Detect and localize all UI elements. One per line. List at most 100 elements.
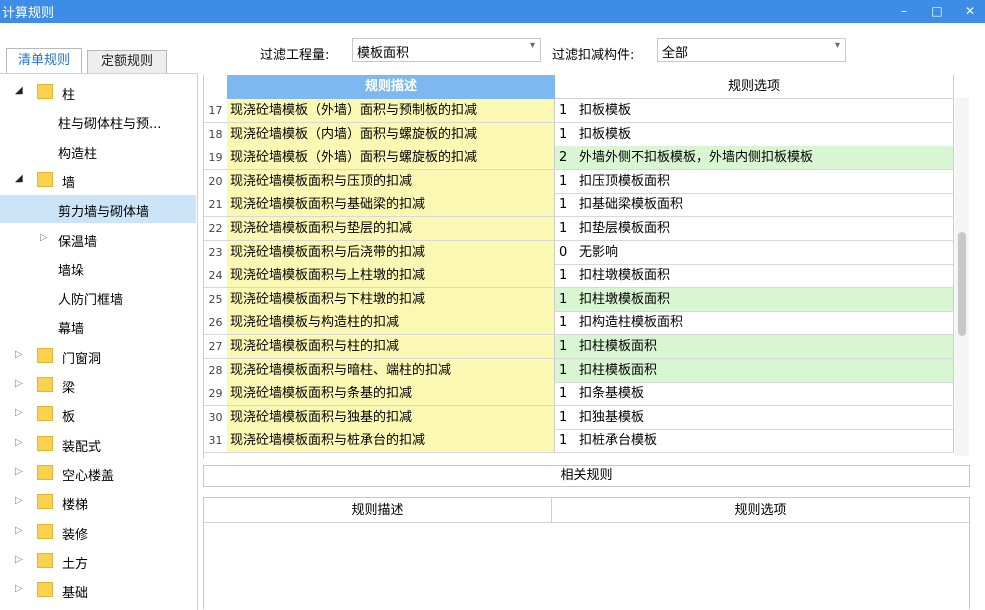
rule-option-cell[interactable]: 1 扣基础梁模板面积 — [555, 193, 954, 217]
table-row[interactable]: 22 现浇砼墙模板面积与垫层的扣减 1 扣垫层模板面积 — [204, 217, 954, 241]
rule-option-cell[interactable]: 1 扣柱模板面积 — [555, 358, 954, 382]
rule-description[interactable]: 现浇砼墙模板（外墙）面积与预制板的扣减 — [227, 99, 555, 122]
minimize-button[interactable]: – — [892, 1, 916, 21]
collapse-arrow-icon[interactable]: ▷ — [15, 437, 23, 448]
expand-arrow-icon[interactable]: ◢ — [15, 173, 23, 184]
scroll-thumb[interactable] — [958, 232, 966, 336]
collapse-arrow-icon[interactable]: ▷ — [15, 495, 23, 506]
rule-option-cell[interactable]: 1 扣板模板 — [555, 99, 954, 122]
tree-node[interactable]: 构造柱 — [0, 137, 196, 165]
rule-description[interactable]: 现浇砼墙模板面积与上柱墩的扣减 — [227, 264, 555, 288]
rule-option-cell[interactable]: 1 扣独基模板 — [555, 405, 954, 429]
table-row[interactable]: 26 现浇砼墙模板与构造柱的扣减 1 扣构造柱模板面积 — [204, 311, 954, 336]
tree-node[interactable]: ◢ 柱 — [0, 78, 196, 106]
rule-option-text: 扣条基模板 — [579, 386, 645, 402]
rule-option-cell[interactable]: 1 扣柱墩模板面积 — [555, 264, 954, 288]
table-row[interactable]: 25 现浇砼墙模板面积与下柱墩的扣减 1 扣柱墩模板面积 — [204, 287, 954, 312]
column-header-desc[interactable]: 规则描述 — [227, 75, 555, 99]
collapse-arrow-icon[interactable]: ▷ — [15, 407, 23, 418]
row-number: 27 — [204, 335, 227, 358]
tree-node[interactable]: ▷ 空心楼盖 — [0, 459, 196, 487]
table-row[interactable]: 23 现浇砼墙模板面积与后浇带的扣减 0 无影响 — [204, 240, 954, 265]
rule-option-cell[interactable]: 1 扣柱模板面积 — [555, 335, 954, 358]
rule-option-cell[interactable]: 1 扣板模板 — [555, 122, 954, 146]
tab-quota-rules[interactable]: 定额规则 — [87, 50, 167, 73]
tree-node[interactable]: 人防门框墙 — [0, 283, 196, 311]
rule-description[interactable]: 现浇砼墙模板面积与暗柱、端柱的扣减 — [227, 358, 555, 382]
table-row[interactable]: 20 现浇砼墙模板面积与压顶的扣减 1 扣压顶模板面积 — [204, 169, 954, 194]
collapse-arrow-icon[interactable]: ▷ — [15, 378, 23, 389]
tree-node-label: 柱与砌体柱与预... — [58, 117, 162, 133]
rule-option-cell[interactable]: 1 扣垫层模板面积 — [555, 217, 954, 240]
grid-scrollbar[interactable] — [955, 98, 969, 456]
tree-node[interactable]: 剪力墙与砌体墙 — [0, 195, 196, 224]
tree-node[interactable]: ▷ 板 — [0, 400, 196, 428]
table-row[interactable]: 30 现浇砼墙模板面积与独基的扣减 1 扣独基模板 — [204, 405, 954, 430]
rule-option-number: 1 — [559, 103, 568, 118]
tree-node[interactable]: ▷ 楼梯 — [0, 488, 196, 516]
close-button[interactable]: ✕ — [958, 1, 982, 21]
related-header-option[interactable]: 规则选项 — [552, 498, 969, 523]
table-row[interactable]: 17 现浇砼墙模板（外墙）面积与预制板的扣减 1 扣板模板 — [204, 99, 954, 123]
collapse-arrow-icon[interactable]: ▷ — [40, 232, 48, 243]
rule-description[interactable]: 现浇砼墙模板面积与下柱墩的扣减 — [227, 287, 555, 311]
collapse-arrow-icon[interactable]: ▷ — [15, 525, 23, 536]
folder-icon — [37, 464, 53, 480]
table-row[interactable]: 28 现浇砼墙模板面积与暗柱、端柱的扣减 1 扣柱模板面积 — [204, 358, 954, 383]
table-row[interactable]: 19 现浇砼墙模板（外墙）面积与螺旋板的扣减 2 外墙外侧不扣板模板，外墙内侧扣板模板 — [204, 146, 954, 171]
rule-option-cell[interactable]: 1 扣柱墩模板面积 — [555, 287, 954, 311]
filter-component-select[interactable]: 全部 ▾ — [657, 38, 846, 62]
tree-node[interactable]: ▷ 门窗洞 — [0, 342, 196, 370]
table-row[interactable]: 27 现浇砼墙模板面积与柱的扣减 1 扣柱模板面积 — [204, 335, 954, 359]
rule-option-cell[interactable]: 2 外墙外侧不扣板模板，外墙内侧扣板模板 — [555, 146, 954, 170]
column-header-option[interactable]: 规则选项 — [555, 75, 954, 99]
rule-description[interactable]: 现浇砼墙模板面积与桩承台的扣减 — [227, 429, 555, 453]
rule-option-cell[interactable]: 1 扣压顶模板面积 — [555, 169, 954, 193]
table-row[interactable]: 31 现浇砼墙模板面积与桩承台的扣减 1 扣桩承台模板 — [204, 429, 954, 454]
tree-node[interactable]: 墙垛 — [0, 254, 196, 282]
tree-node[interactable]: ▷ 装修 — [0, 518, 196, 546]
title-bar: 计算规则 – □ ✕ — [0, 0, 985, 23]
rule-option-number: 1 — [559, 433, 568, 449]
collapse-arrow-icon[interactable]: ▷ — [15, 349, 23, 360]
rule-description[interactable]: 现浇砼墙模板（内墙）面积与螺旋板的扣减 — [227, 122, 555, 146]
table-row[interactable]: 29 现浇砼墙模板面积与条基的扣减 1 扣条基模板 — [204, 382, 954, 407]
collapse-arrow-icon[interactable]: ▷ — [15, 583, 23, 594]
rule-option-cell[interactable]: 1 扣条基模板 — [555, 382, 954, 406]
filter-project-select[interactable]: 模板面积 ▾ — [352, 38, 541, 62]
rule-description[interactable]: 现浇砼墙模板面积与独基的扣减 — [227, 405, 555, 429]
collapse-arrow-icon[interactable]: ▷ — [15, 466, 23, 477]
table-row[interactable]: 21 现浇砼墙模板面积与基础梁的扣减 1 扣基础梁模板面积 — [204, 193, 954, 218]
tree-node[interactable]: ▷ 梁 — [0, 371, 196, 399]
expand-arrow-icon[interactable]: ◢ — [15, 85, 23, 96]
tree-node[interactable]: ▷ 基础 — [0, 576, 196, 604]
tab-bill-rules[interactable]: 清单规则 — [6, 48, 82, 73]
filter-component-label: 过滤扣减构件: — [552, 48, 635, 63]
tree-node[interactable]: ▷ 保温墙 — [0, 225, 196, 253]
collapse-arrow-icon[interactable]: ▷ — [15, 554, 23, 565]
table-row[interactable]: 24 现浇砼墙模板面积与上柱墩的扣减 1 扣柱墩模板面积 — [204, 264, 954, 289]
rule-option-text: 扣压顶模板面积 — [579, 173, 671, 189]
tree-node[interactable]: 柱与砌体柱与预... — [0, 107, 196, 135]
rule-description[interactable]: 现浇砼墙模板面积与条基的扣减 — [227, 382, 555, 406]
tree-node[interactable]: ◢ 墙 — [0, 166, 196, 194]
rule-description[interactable]: 现浇砼墙模板面积与垫层的扣减 — [227, 217, 555, 240]
rule-description[interactable]: 现浇砼墙模板（外墙）面积与螺旋板的扣减 — [227, 146, 555, 170]
rule-option-cell[interactable]: 1 扣构造柱模板面积 — [555, 311, 954, 335]
rule-description[interactable]: 现浇砼墙模板面积与柱的扣减 — [227, 335, 555, 358]
related-header-desc[interactable]: 规则描述 — [204, 498, 552, 523]
tree-node[interactable]: ▷ 装配式 — [0, 430, 196, 458]
rule-description[interactable]: 现浇砼墙模板面积与压顶的扣减 — [227, 169, 555, 193]
rule-option-text: 扣柱墩模板面积 — [579, 291, 671, 307]
rule-description[interactable]: 现浇砼墙模板面积与后浇带的扣减 — [227, 240, 555, 264]
tree-node[interactable]: ▷ 土方 — [0, 547, 196, 575]
rule-description[interactable]: 现浇砼墙模板与构造柱的扣减 — [227, 311, 555, 335]
tree-node[interactable]: 幕墙 — [0, 312, 196, 340]
tree-node-label: 人防门框墙 — [58, 293, 124, 309]
rule-description[interactable]: 现浇砼墙模板面积与基础梁的扣减 — [227, 193, 555, 217]
maximize-button[interactable]: □ — [925, 1, 949, 21]
rule-option-cell[interactable]: 0 无影响 — [555, 240, 954, 264]
table-row[interactable]: 18 现浇砼墙模板（内墙）面积与螺旋板的扣减 1 扣板模板 — [204, 122, 954, 147]
rule-option-number: 1 — [559, 173, 568, 189]
rule-option-cell[interactable]: 1 扣桩承台模板 — [555, 429, 954, 453]
